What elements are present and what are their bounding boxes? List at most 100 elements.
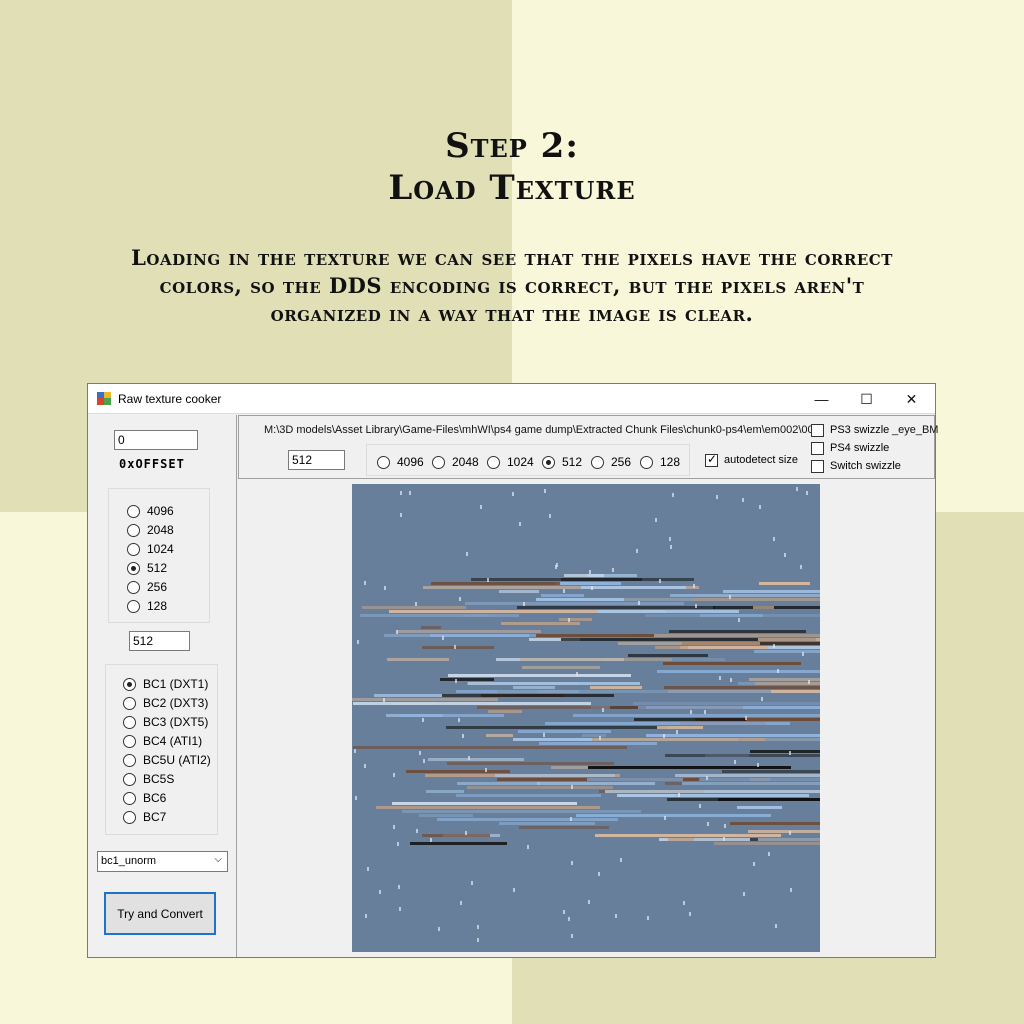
texture-streak: [670, 594, 820, 597]
left-panel: 0 0xOFFSET 4096 2048 1024 512 256 128 51…: [88, 415, 237, 957]
texture-speckle: [742, 498, 744, 502]
texture-speckle: [400, 513, 402, 517]
top-size-option-4096[interactable]: 4096: [377, 454, 424, 470]
top-size-option-2048[interactable]: 2048: [432, 454, 479, 470]
top-size-option-512[interactable]: 512: [542, 454, 582, 470]
autodetect-size-checkbox[interactable]: autodetect size: [705, 452, 798, 467]
format-option-bc1[interactable]: BC1 (DXT1): [123, 676, 208, 692]
size-option-1024[interactable]: 1024: [127, 541, 174, 557]
close-button[interactable]: ✕: [889, 384, 934, 414]
top-size-radio-group: 4096 2048 1024 512 256 128: [366, 444, 690, 476]
chevron-down-icon: ⌵: [214, 854, 222, 865]
texture-speckle: [400, 491, 402, 495]
texture-streak: [353, 702, 591, 705]
format-option-bc6[interactable]: BC6: [123, 790, 166, 806]
size-option-256[interactable]: 256: [127, 579, 167, 595]
texture-speckle: [415, 602, 417, 606]
ps4-swizzle-checkbox[interactable]: PS4 swizzle: [811, 441, 889, 455]
texture-speckle: [571, 934, 573, 938]
radio-checked-icon: [127, 561, 140, 575]
step-description: Loading in the texture we can see that t…: [131, 245, 893, 326]
texture-speckle: [796, 487, 798, 491]
format-dropdown-value: bc1_unorm: [101, 855, 157, 867]
texture-streak: [657, 670, 820, 673]
radio-icon: [640, 455, 653, 469]
size-option-4096[interactable]: 4096: [127, 503, 174, 519]
try-and-convert-button[interactable]: Try and Convert: [104, 892, 216, 935]
texture-speckle: [683, 901, 685, 905]
texture-streak: [719, 798, 820, 801]
texture-streak: [634, 718, 746, 721]
format-option-bc4[interactable]: BC4 (ATI1): [123, 733, 202, 749]
checkbox-icon: [811, 459, 824, 473]
radio-icon: [123, 753, 136, 767]
format-option-bc2[interactable]: BC2 (DXT3): [123, 695, 208, 711]
texture-speckle: [423, 759, 425, 763]
switch-swizzle-checkbox[interactable]: Switch swizzle: [811, 459, 901, 473]
texture-streak: [447, 762, 614, 765]
maximize-button[interactable]: ☐: [844, 384, 889, 414]
texture-speckle: [419, 751, 421, 755]
texture-streak: [402, 810, 641, 813]
top-size-option-1024[interactable]: 1024: [487, 454, 534, 470]
format-option-bc5u[interactable]: BC5U (ATI2): [123, 752, 211, 768]
texture-speckle: [477, 938, 479, 942]
size-input[interactable]: 512: [129, 631, 190, 651]
format-option-bc3[interactable]: BC3 (DXT5): [123, 714, 208, 730]
texture-streak: [422, 646, 494, 649]
format-option-bc7[interactable]: BC7: [123, 809, 166, 825]
texture-speckle: [398, 885, 400, 889]
step-title: Step 2:: [445, 126, 579, 166]
top-size-option-128[interactable]: 128: [640, 454, 680, 470]
texture-speckle: [724, 824, 726, 828]
radio-icon: [127, 580, 140, 594]
texture-speckle: [663, 734, 665, 738]
format-option-bc5s[interactable]: BC5S: [123, 771, 174, 787]
offset-input[interactable]: 0: [114, 430, 198, 450]
ps3-swizzle-checkbox[interactable]: PS3 swizzle: [811, 423, 889, 437]
size-option-label: 256: [147, 580, 168, 594]
texture-speckle: [734, 760, 736, 764]
title-bar[interactable]: Raw texture cooker — ☐ ✕: [88, 384, 935, 414]
autodetect-size-label: autodetect size: [724, 454, 798, 466]
texture-speckle: [523, 602, 525, 606]
top-size-option-256[interactable]: 256: [591, 454, 631, 470]
texture-streak: [587, 778, 683, 781]
radio-icon: [123, 696, 136, 710]
texture-speckle: [563, 589, 565, 593]
texture-speckle: [676, 730, 678, 734]
texture-streak: [422, 834, 490, 837]
texture-speckle: [598, 872, 600, 876]
texture-streak: [714, 842, 820, 845]
texture-speckle: [549, 514, 551, 518]
size-option-label: 2048: [147, 523, 174, 537]
texture-speckle: [430, 838, 432, 842]
size-option-2048[interactable]: 2048: [127, 522, 174, 538]
texture-streak: [754, 650, 820, 653]
texture-streak: [750, 750, 820, 753]
texture-speckle: [409, 491, 411, 495]
texture-speckle: [800, 565, 802, 569]
texture-speckle: [689, 912, 691, 916]
texture-speckle: [480, 505, 482, 509]
texture-speckle: [393, 773, 395, 777]
texture-streak: [456, 794, 601, 797]
size-option-512[interactable]: 512: [127, 560, 167, 576]
texture-speckle: [790, 888, 792, 892]
radio-icon: [123, 810, 136, 824]
size-option-128[interactable]: 128: [127, 598, 167, 614]
format-dropdown[interactable]: bc1_unorm ⌵: [97, 851, 228, 872]
texture-speckle: [602, 708, 604, 712]
texture-speckle: [454, 645, 456, 649]
texture-streak: [653, 634, 820, 637]
minimize-button[interactable]: —: [799, 384, 844, 414]
texture-streak: [448, 674, 631, 677]
texture-streak: [665, 754, 820, 757]
texture-speckle: [455, 679, 457, 683]
texture-speckle: [743, 892, 745, 896]
width-input[interactable]: 512: [288, 450, 345, 470]
texture-streak: [628, 654, 708, 657]
texture-streak: [564, 574, 604, 577]
texture-speckle: [570, 817, 572, 821]
radio-icon: [591, 455, 604, 469]
